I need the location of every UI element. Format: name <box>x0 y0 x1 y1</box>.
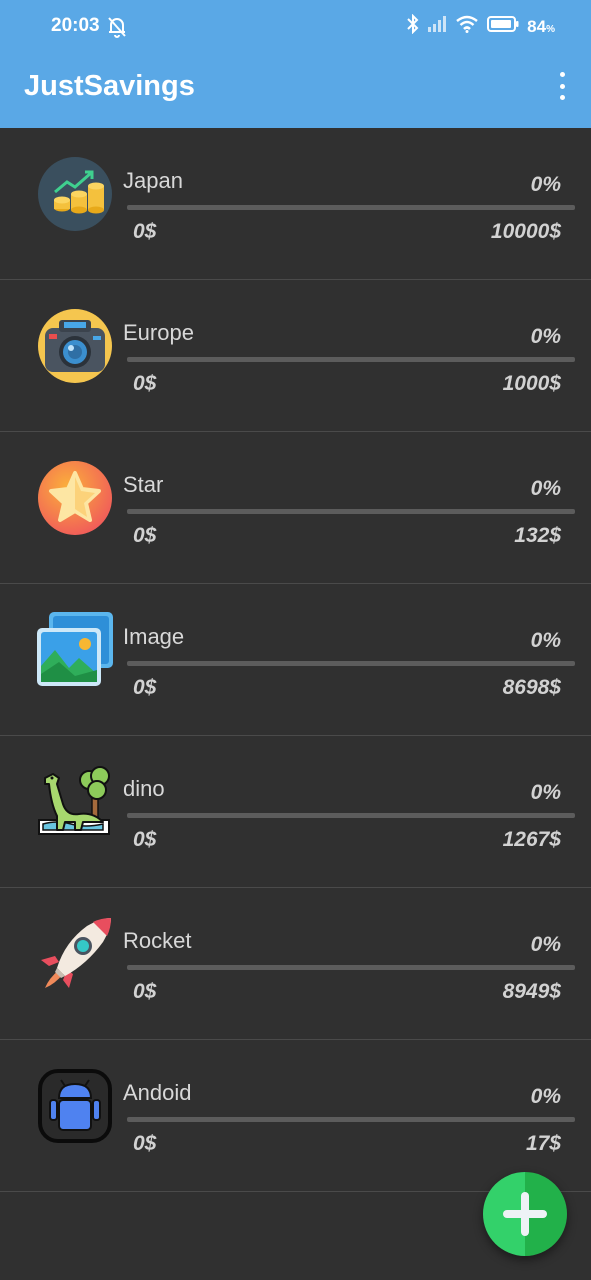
goal-target-amount: 10000$ <box>490 220 561 243</box>
goal-percent: 0% <box>530 629 561 652</box>
rocket-icon <box>37 916 113 992</box>
goal-target-amount: 8949$ <box>502 980 561 1003</box>
goal-current-amount: 0$ <box>133 828 157 851</box>
goal-progress-bar <box>127 813 575 818</box>
goal-row-image[interactable]: Image 0% 0$ 8698$ <box>0 584 591 736</box>
chart-coins-icon <box>37 156 113 232</box>
goal-current-amount: 0$ <box>133 980 157 1003</box>
battery-unit: % <box>546 23 555 35</box>
goal-row-rocket[interactable]: Rocket 0% 0$ 8949$ <box>0 888 591 1040</box>
goal-current-amount: 0$ <box>133 372 157 395</box>
goal-progress-bar <box>127 205 575 210</box>
goal-progress-bar <box>127 965 575 970</box>
image-icon <box>37 612 113 688</box>
goal-current-amount: 0$ <box>133 524 157 547</box>
wifi-icon <box>455 15 479 38</box>
bell-off-icon <box>107 16 127 43</box>
goal-percent: 0% <box>530 781 561 804</box>
camera-icon <box>37 308 113 384</box>
battery-value: 84 <box>527 16 547 36</box>
goal-percent: 0% <box>530 933 561 956</box>
star-icon <box>37 460 113 536</box>
goal-current-amount: 0$ <box>133 1132 157 1155</box>
goal-current-amount: 0$ <box>133 676 157 699</box>
add-goal-button[interactable] <box>483 1172 567 1256</box>
plus-icon <box>503 1192 547 1236</box>
status-bar: 20:03 84% <box>0 0 591 54</box>
goal-name: Star <box>123 472 164 497</box>
overflow-menu-button[interactable] <box>555 72 569 100</box>
battery-icon <box>487 15 519 38</box>
dino-icon <box>37 764 113 840</box>
goal-row-japan[interactable]: Japan 0% 0$ 10000$ <box>0 128 591 280</box>
goal-name: Japan <box>123 168 183 193</box>
goal-progress-bar <box>127 357 575 362</box>
menu-dot <box>559 95 565 100</box>
status-time: 20:03 <box>51 15 100 36</box>
goal-target-amount: 17$ <box>525 1132 561 1155</box>
goal-row-dino[interactable]: dino 0% 0$ 1267$ <box>0 736 591 888</box>
bluetooth-icon <box>407 13 419 39</box>
app-title: JustSavings <box>24 70 195 102</box>
android-icon <box>37 1068 113 1144</box>
goal-row-andoid[interactable]: Andoid 0% 0$ 17$ <box>0 1040 591 1192</box>
goal-percent: 0% <box>530 1085 561 1108</box>
goal-name: Europe <box>123 320 194 345</box>
goal-row-europe[interactable]: Europe 0% 0$ 1000$ <box>0 280 591 432</box>
status-icons: 84% <box>407 13 555 39</box>
battery-level: 84% <box>527 17 555 37</box>
goal-percent: 0% <box>530 477 561 500</box>
goal-progress-bar <box>127 509 575 514</box>
goal-name: Image <box>123 624 185 649</box>
goal-target-amount: 1000$ <box>502 372 561 395</box>
goal-target-amount: 8698$ <box>502 676 561 699</box>
goal-name: Andoid <box>123 1080 192 1105</box>
goal-progress-bar <box>127 1117 575 1122</box>
goal-row-star[interactable]: Star 0% 0$ 132$ <box>0 432 591 584</box>
goal-percent: 0% <box>530 173 561 196</box>
goal-name: dino <box>123 776 165 801</box>
app-bar: 20:03 84% JustSavings <box>0 0 591 128</box>
goal-current-amount: 0$ <box>133 220 157 243</box>
goal-progress-bar <box>127 661 575 666</box>
goal-target-amount: 132$ <box>514 524 561 547</box>
signal-icon <box>427 15 447 38</box>
goal-name: Rocket <box>123 928 192 953</box>
goal-percent: 0% <box>530 325 561 348</box>
menu-dot <box>559 72 565 77</box>
savings-goal-list: Japan 0% 0$ 10000$ Europe 0% 0$ 1000$ St… <box>0 128 591 1192</box>
goal-target-amount: 1267$ <box>502 828 561 851</box>
menu-dot <box>559 83 565 89</box>
